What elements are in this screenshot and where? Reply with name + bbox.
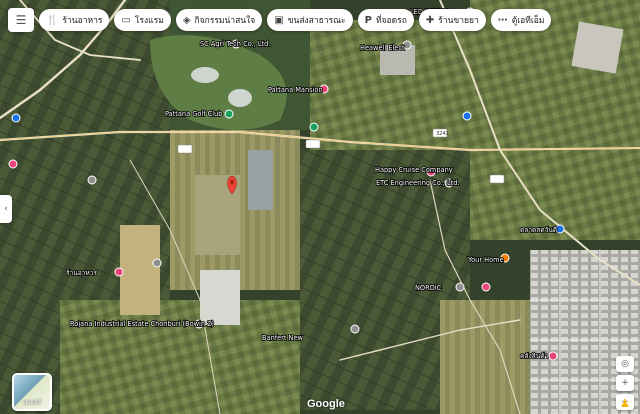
chip-label: กิจกรรมน่าสนใจ [194,16,256,26]
place-label: Your Home [467,256,504,264]
location-icon: ◎ [621,359,629,369]
chip-label: โรงแรม [134,16,164,26]
road-label: 3241 [436,131,449,137]
chip-restaurants[interactable]: 🍴 ร้านอาหาร [39,9,110,31]
place-label: ตลาดสดวันดี [520,226,557,234]
chip-label: ตู้เอทีเอ็ม [511,16,545,26]
place-marker[interactable] [11,113,21,123]
toolbar: ☰ 🍴 ร้านอาหาร ▭ โรงแรม ◈ กิจกรรมน่าสนใจ ▣ ขน… [8,8,632,32]
place-marker[interactable] [87,175,97,185]
layers-button[interactable]: เลเยอร์ [12,373,52,411]
place-label: คลังสินค้า [520,352,549,360]
place-marker[interactable] [455,282,465,292]
place-label: SC Agri Tech Co., Ltd. [200,40,270,48]
place-label: Banfert New [262,334,304,342]
satellite-map[interactable]: SC Agri Tech Co., Ltd. Pattana Mansion H… [0,0,640,414]
zoom-in-button[interactable]: + [616,375,634,391]
place-marker[interactable] [481,282,491,292]
collapse-sidebar-button[interactable]: ‹ [0,195,12,223]
place-label: Pattana Mansion [268,86,323,94]
place-label: ETC Engineering Co., Ltd. [376,179,460,187]
chip-transit[interactable]: ▣ ขนส่งสาธารณะ [267,9,353,31]
chip-label: ขนส่งสาธารณะ [287,16,346,26]
hotel-icon: ▭ [121,14,131,26]
place-label: Happy Cruise Company [375,166,453,174]
place-marker[interactable] [548,351,558,361]
place-label: NORDIC [415,284,442,292]
restaurant-icon: 🍴 [46,14,59,26]
chip-attractions[interactable]: ◈ กิจกรรมน่าสนใจ [175,9,263,31]
chip-parking[interactable]: P ที่จอดรถ [357,9,414,31]
menu-button[interactable]: ☰ [8,8,34,32]
parking-icon: P [364,14,372,26]
atm-icon: ⋯ [497,14,508,26]
place-marker[interactable] [8,159,18,169]
place-label: Pattana Golf Club [165,110,222,118]
chip-atm[interactable]: ⋯ ตู้เอทีเอ็ม [490,9,552,31]
place-label: Heawell Elect [360,44,405,52]
place-label: Rojana Industrial Estate Chonburi (Bowin… [70,320,214,328]
chip-label: ร้านขายยา [438,16,479,26]
menu-icon: ☰ [15,13,27,27]
google-logo: Google [307,398,345,410]
place-marker[interactable] [114,267,124,277]
my-location-button[interactable]: ◎ [616,356,634,372]
chip-hotels[interactable]: ▭ โรงแรม [114,9,171,31]
place-marker[interactable] [309,122,319,132]
place-marker[interactable] [462,111,472,121]
chip-label: ที่จอดรถ [375,16,407,26]
place-marker[interactable] [555,224,565,234]
chevron-left-icon: ‹ [4,204,8,214]
chip-label: ร้านอาหาร [62,16,103,26]
place-marker[interactable] [152,258,162,268]
pegman-icon[interactable]: ♟ [620,397,632,411]
place-label: ร้านอาหาร [66,269,97,277]
attraction-icon: ◈ [182,14,191,26]
plus-icon: + [621,378,629,388]
layers-label: เลเยอร์ [22,399,42,406]
place-marker[interactable] [224,109,234,119]
pharmacy-icon: ✚ [425,14,435,26]
place-marker[interactable] [350,324,360,334]
chip-pharmacy[interactable]: ✚ ร้านขายยา [418,9,486,31]
transit-icon: ▣ [274,14,284,26]
